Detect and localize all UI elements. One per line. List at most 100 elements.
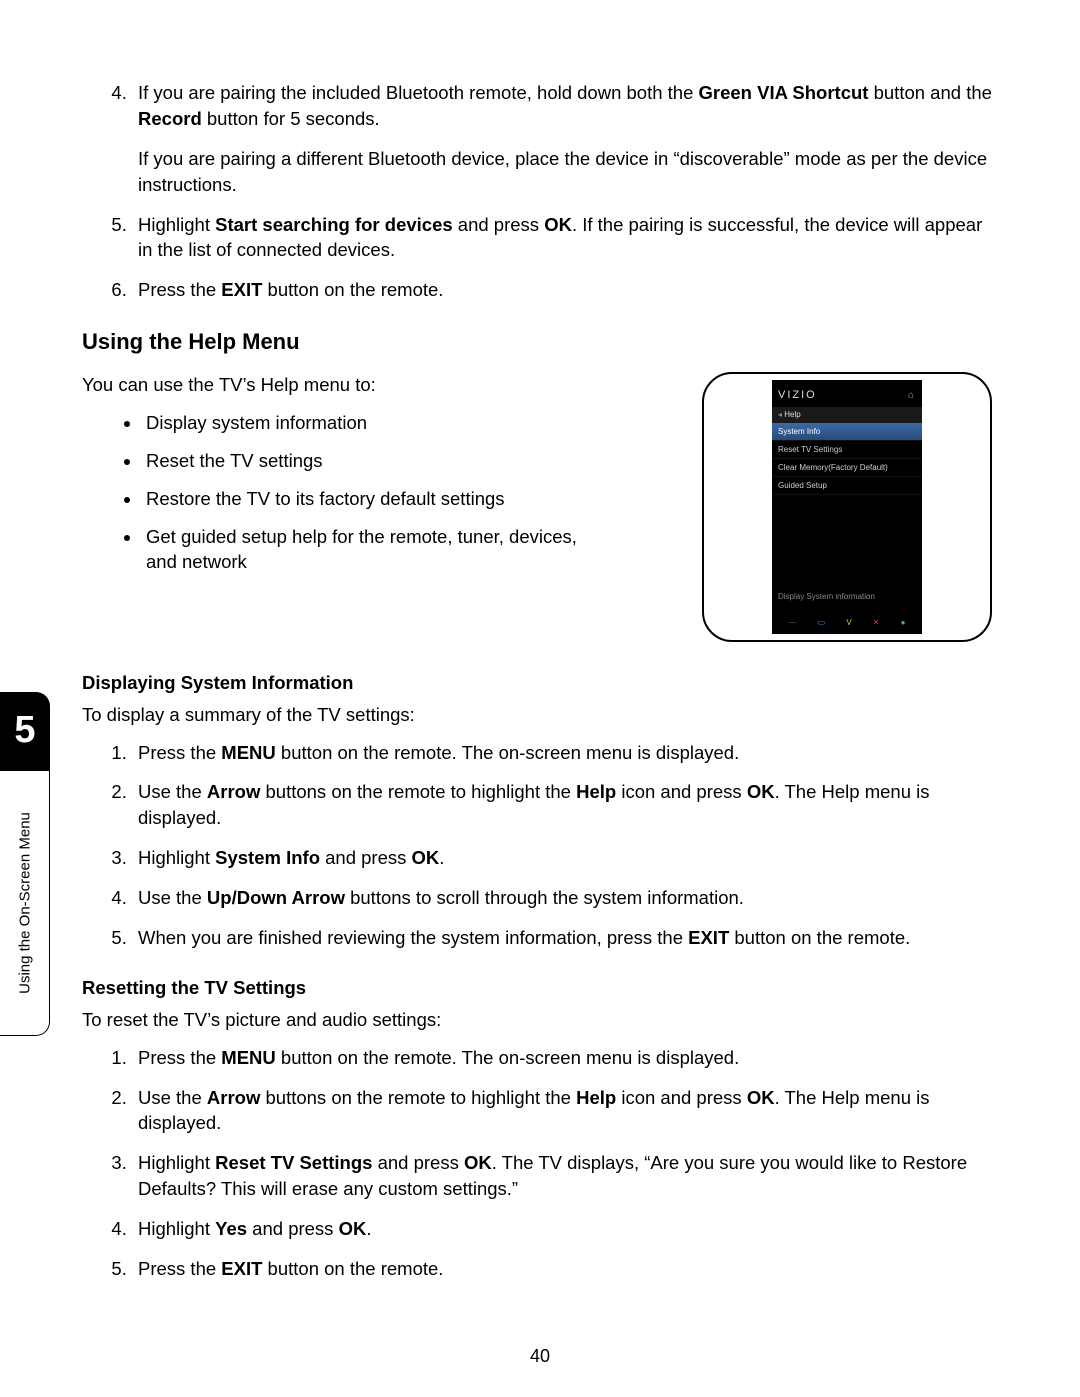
list-item: Highlight Start searching for devices an… [132,212,992,264]
text-bold: EXIT [221,1258,262,1279]
text-bold: OK [464,1152,492,1173]
list-item: Press the EXIT button on the remote. [132,1256,992,1282]
text-bold: System Info [215,847,320,868]
list-item: Press the MENU button on the remote. The… [132,740,992,766]
text: button on the remote. [262,1258,443,1279]
sub1-intro: To display a summary of the TV settings: [82,702,992,728]
text-bold: OK [339,1218,367,1239]
red-icon: ✕ [873,617,880,628]
text: If you are pairing a different Bluetooth… [138,148,987,195]
menu-hint: Display System information [772,585,922,612]
text: button and the [868,82,991,103]
text: If you are pairing the included Bluetoot… [138,82,699,103]
text-bold: Reset TV Settings [215,1152,372,1173]
blue-icon: ▭ [818,617,826,628]
tv-button-row: — ▭ V ✕ ● [772,613,922,630]
list-item: Press the MENU button on the remote. The… [132,1045,992,1071]
text: and press [320,847,412,868]
text: and press [372,1152,464,1173]
subhead-resetting-tv: Resetting the TV Settings [82,975,992,1001]
green-icon: ● [901,617,906,628]
text: Use the [138,781,207,802]
subhead-displaying-system-info: Displaying System Information [82,670,992,696]
text: Press the [138,1258,221,1279]
text: Highlight [138,847,215,868]
text-bold: Record [138,108,202,129]
pairing-steps-continued: If you are pairing the included Bluetoot… [82,80,992,303]
text-bold: Help [576,1087,616,1108]
text: When you are finished reviewing the syst… [138,927,688,948]
text: buttons on the remote to highlight the [260,1087,576,1108]
text: button on the remote. [729,927,910,948]
text-bold: EXIT [221,279,262,300]
heading-help-menu: Using the Help Menu [82,327,992,358]
menu-row-reset-tv: Reset TV Settings [772,441,922,459]
text: Press the [138,1047,221,1068]
text-bold: OK [747,1087,775,1108]
list-item: Use the Up/Down Arrow buttons to scroll … [132,885,992,911]
sub2-intro: To reset the TV’s picture and audio sett… [82,1007,992,1033]
list-item: Highlight Reset TV Settings and press OK… [132,1150,992,1202]
text-bold: OK [747,781,775,802]
home-icon: ⌂ [908,389,916,403]
tv-frame: VIZIO ⌂ Help System Info Reset TV Settin… [702,372,992,642]
tv-brand-bar: VIZIO ⌂ [772,384,922,407]
text: Highlight [138,214,215,235]
menu-row-guided-setup: Guided Setup [772,477,922,495]
text: buttons to scroll through the system inf… [345,887,744,908]
text-bold: OK [544,214,572,235]
list-item: Highlight System Info and press OK. [132,845,992,871]
side-tab: 5 Using the On-Screen Menu [0,692,50,1037]
text: . [439,847,444,868]
breadcrumb: Help [772,407,922,422]
chapter-label: Using the On-Screen Menu [14,812,35,994]
dash-icon: — [789,617,797,628]
text: icon and press [616,1087,747,1108]
text-bold: EXIT [688,927,729,948]
text-bold: Green VIA Shortcut [699,82,869,103]
chapter-label-box: Using the On-Screen Menu [0,771,50,1036]
list-item: Press the EXIT button on the remote. [132,277,992,303]
text: and press [247,1218,339,1239]
text: Highlight [138,1218,215,1239]
text: Highlight [138,1152,215,1173]
list-item: If you are pairing the included Bluetoot… [132,80,992,198]
text: and press [453,214,545,235]
list-item: Get guided setup help for the remote, tu… [142,524,612,576]
text: . [366,1218,371,1239]
text-bold: MENU [221,742,275,763]
text-bold: Help [576,781,616,802]
text-bold: Yes [215,1218,247,1239]
text: buttons on the remote to highlight the [260,781,576,802]
text-bold: OK [412,847,440,868]
page-number: 40 [0,1344,1080,1369]
text: button on the remote. The on-screen menu… [276,1047,739,1068]
text: button for 5 seconds. [202,108,380,129]
yellow-icon: V [846,617,851,628]
list-item: Highlight Yes and press OK. [132,1216,992,1242]
text: button on the remote. The on-screen menu… [276,742,739,763]
text: Use the [138,887,207,908]
text-bold: MENU [221,1047,275,1068]
text: Use the [138,1087,207,1108]
help-menu-screenshot: VIZIO ⌂ Help System Info Reset TV Settin… [702,372,992,642]
brand-logo: VIZIO [778,388,817,403]
chapter-number: 5 [0,692,50,771]
text-bold: Start searching for devices [215,214,453,235]
menu-row-clear-memory: Clear Memory(Factory Default) [772,459,922,477]
text: icon and press [616,781,747,802]
text-bold: Arrow [207,781,260,802]
text-bold: Arrow [207,1087,260,1108]
text: Press the [138,742,221,763]
text-bold: Up/Down Arrow [207,887,345,908]
list-item: When you are finished reviewing the syst… [132,925,992,951]
system-info-steps: Press the MENU button on the remote. The… [82,740,992,951]
text: button on the remote. [262,279,443,300]
tv-screen: VIZIO ⌂ Help System Info Reset TV Settin… [772,380,922,634]
page-content: If you are pairing the included Bluetoot… [82,80,992,1306]
list-item: Use the Arrow buttons on the remote to h… [132,1085,992,1137]
list-item: Use the Arrow buttons on the remote to h… [132,779,992,831]
menu-row-system-info: System Info [772,423,922,441]
reset-tv-steps: Press the MENU button on the remote. The… [82,1045,992,1282]
text: Press the [138,279,221,300]
